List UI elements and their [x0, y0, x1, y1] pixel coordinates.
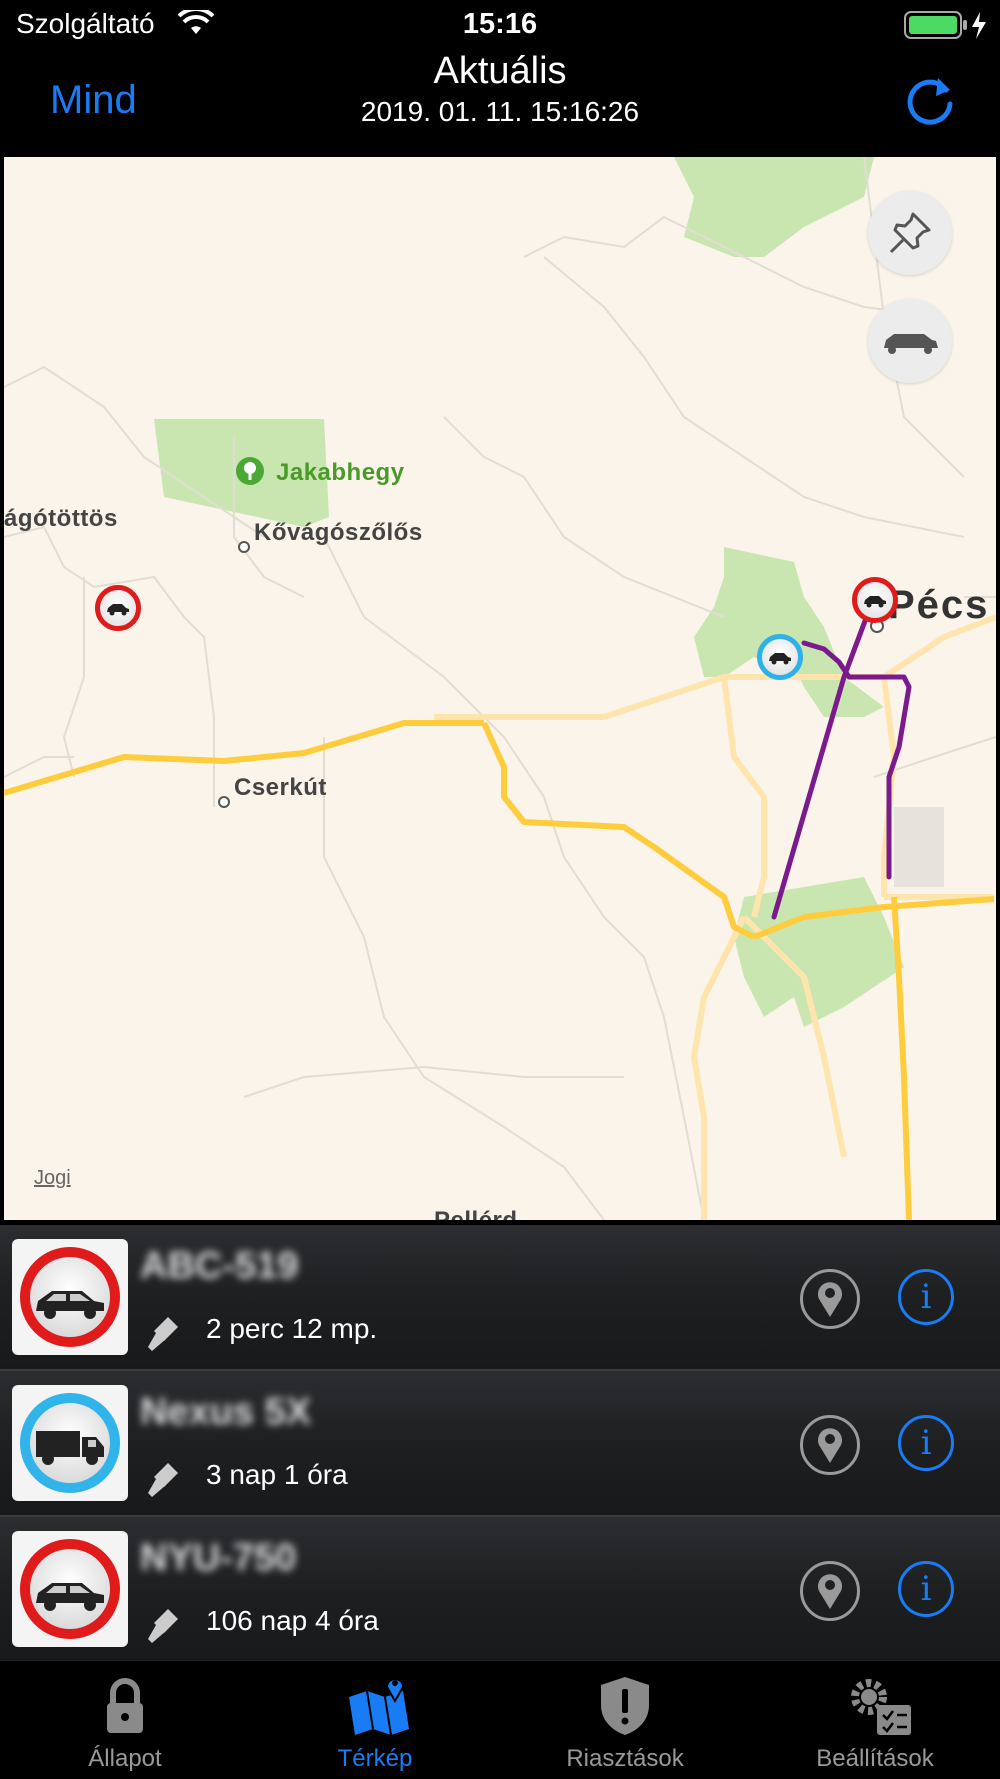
navigation-bar: Mind Aktuális 2019. 01. 11. 15:16:26: [0, 50, 1000, 154]
tab-label: Térkép: [337, 1745, 413, 1772]
vehicle-avatar: [12, 1239, 128, 1355]
list-item[interactable]: Nexus 5X 3 nap 1 óra i: [0, 1371, 1000, 1517]
timestamp: 2019. 01. 11. 15:16:26: [360, 96, 640, 127]
ignition-duration: 2 perc 12 mp.: [206, 1313, 378, 1344]
map-label-village: ágótöttös: [4, 505, 118, 532]
map-label-village: Kővágószőlős: [254, 519, 423, 546]
locate-button[interactable]: [800, 1561, 860, 1621]
truck-icon: [36, 1431, 104, 1465]
locate-button[interactable]: [800, 1415, 860, 1475]
vehicle-marker[interactable]: [852, 577, 898, 623]
car-icon: [36, 1291, 104, 1319]
vehicle-name: ABC-519: [140, 1245, 299, 1287]
battery-icon: [904, 11, 986, 39]
tab-alarms[interactable]: Riasztások: [500, 1661, 750, 1779]
tab-label: Riasztások: [566, 1745, 684, 1772]
info-button[interactable]: i: [898, 1269, 954, 1325]
vehicle-marker[interactable]: [757, 634, 803, 680]
ignition-duration: 106 nap 4 óra: [206, 1605, 379, 1636]
key-icon: [148, 1463, 178, 1497]
location-pin-icon: [818, 1574, 842, 1609]
show-all-vehicles-button[interactable]: [868, 299, 952, 383]
status-bar: Szolgáltató 15:16: [0, 0, 1000, 50]
ignition-duration: 3 nap 1 óra: [206, 1459, 348, 1490]
map-background: [4, 157, 996, 1220]
map-label-village: Cserkút: [234, 774, 327, 801]
list-item[interactable]: ABC-519 2 perc 12 mp. i: [0, 1225, 1000, 1371]
car-icon: [769, 653, 791, 665]
vehicle-avatar: [12, 1385, 128, 1501]
cars-icon: [884, 334, 938, 354]
pin-icon: [889, 212, 931, 254]
key-icon: [148, 1317, 178, 1351]
tab-map[interactable]: Térkép: [250, 1661, 500, 1779]
tab-label: Állapot: [88, 1745, 162, 1772]
vehicle-list: ABC-519 2 perc 12 mp. i Nexus 5X 3 nap 1…: [0, 1225, 1000, 1663]
map-label-city: Pécs: [888, 583, 990, 627]
tab-status[interactable]: Állapot: [0, 1661, 250, 1779]
locate-button[interactable]: [800, 1269, 860, 1329]
location-pin-icon: [818, 1428, 842, 1463]
vehicle-marker[interactable]: [95, 585, 141, 631]
vehicle-name: NYU-750: [140, 1537, 297, 1579]
shield-alert-icon: [601, 1677, 649, 1735]
car-icon: [107, 604, 129, 616]
map-view[interactable]: Jakabhegy ágótöttös Kővágószőlős Cserkút…: [4, 157, 996, 1220]
tab-settings[interactable]: Beállítások: [750, 1661, 1000, 1779]
pin-button[interactable]: [868, 191, 952, 275]
map-label-partial: Pellérd: [434, 1207, 518, 1220]
park-icon: [236, 457, 264, 485]
page-title: Aktuális: [433, 50, 567, 92]
info-button[interactable]: i: [898, 1561, 954, 1617]
info-button[interactable]: i: [898, 1415, 954, 1471]
vehicle-name: Nexus 5X: [140, 1391, 312, 1433]
clock: 15:16: [462, 8, 538, 40]
settings-icon: [851, 1679, 911, 1735]
map-label-park: Jakabhegy: [276, 459, 405, 486]
list-item[interactable]: NYU-750 106 nap 4 óra i: [0, 1517, 1000, 1663]
key-icon: [148, 1609, 178, 1643]
map-icon: [349, 1678, 409, 1736]
location-pin-icon: [818, 1282, 842, 1317]
refresh-icon[interactable]: [900, 70, 960, 130]
car-icon: [36, 1583, 104, 1611]
tab-bar: Állapot Térkép Riasztások Beállítások: [0, 1660, 1000, 1779]
car-icon: [864, 596, 886, 608]
legal-link[interactable]: Jogi: [34, 1167, 71, 1190]
tab-label: Beállítások: [816, 1745, 934, 1772]
vehicle-avatar: [12, 1531, 128, 1647]
lock-icon: [107, 1678, 143, 1733]
